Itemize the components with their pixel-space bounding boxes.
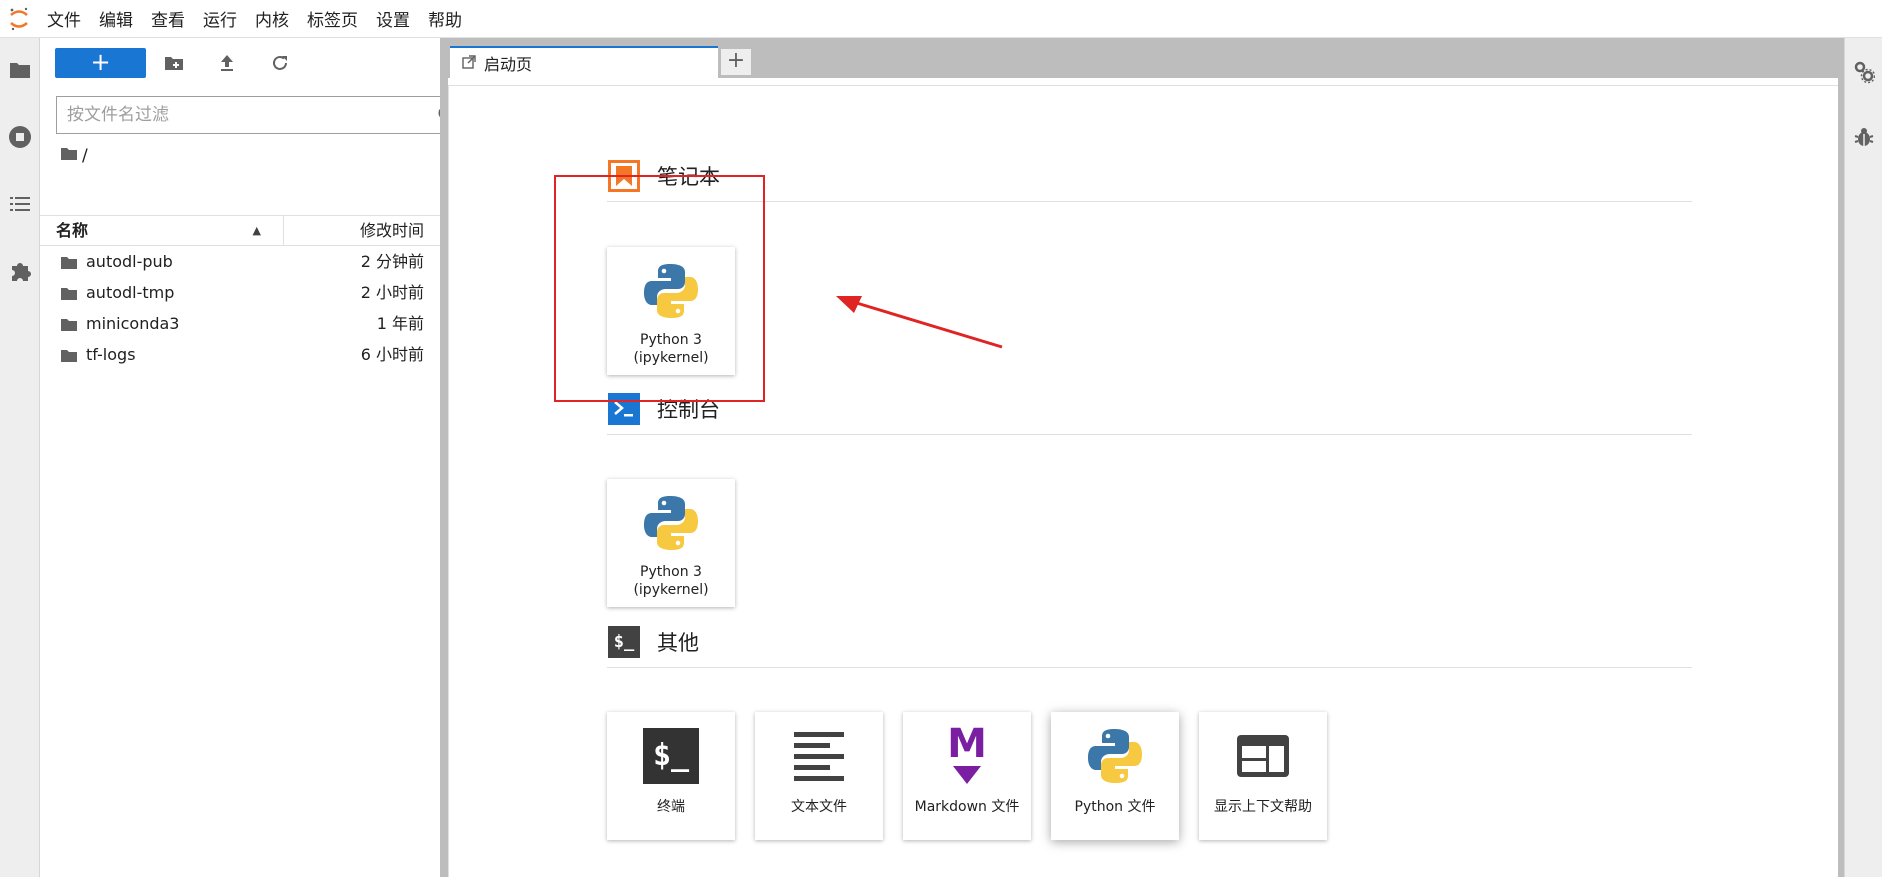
- text-file-icon: [755, 720, 883, 792]
- section-notebook: 笔记本: [607, 150, 1692, 202]
- tab-bar: 启动页 +: [448, 38, 1844, 78]
- running-icon[interactable]: [0, 117, 40, 157]
- context-help-icon: [1199, 720, 1327, 792]
- file-name: autodl-pub: [86, 252, 173, 271]
- add-tab-button[interactable]: +: [720, 48, 752, 76]
- card-label: Python 文件: [1074, 799, 1156, 815]
- text-file-card[interactable]: 文本文件: [755, 712, 883, 840]
- folder-icon: [60, 317, 78, 336]
- section-other: $_ 其他: [607, 616, 1692, 668]
- menu-tabs[interactable]: 标签页: [298, 0, 367, 38]
- tab-label: 启动页: [484, 55, 533, 74]
- column-name[interactable]: 名称 ▲: [56, 216, 284, 245]
- debugger-bug-icon[interactable]: [1845, 117, 1882, 157]
- breadcrumb: /: [60, 144, 88, 168]
- other-section-icon: $_: [607, 625, 641, 659]
- column-name-label: 名称: [56, 221, 89, 240]
- tab-launcher[interactable]: 启动页: [450, 46, 718, 78]
- console-icon: [607, 392, 641, 426]
- python-icon: [1051, 720, 1179, 792]
- terminal-glyph: $_: [643, 728, 699, 784]
- other-icon-glyph: $_: [608, 625, 640, 658]
- menu-view[interactable]: 查看: [142, 0, 194, 38]
- main-area: 启动页 + 笔记本 Python 3 (ipykernel) 控制台 Pytho…: [448, 38, 1844, 877]
- card-label-line1: Python 3: [640, 332, 702, 348]
- folder-icon: [60, 255, 78, 274]
- menu-kernel[interactable]: 内核: [246, 0, 298, 38]
- file-modified: 1 年前: [376, 314, 424, 333]
- file-name: miniconda3: [86, 314, 180, 333]
- file-modified: 6 小时前: [360, 345, 424, 364]
- menu-bar: 文件 编辑 查看 运行 内核 标签页 设置 帮助: [0, 0, 1882, 38]
- menu-settings[interactable]: 设置: [367, 0, 419, 38]
- card-label: 终端: [657, 799, 685, 815]
- notebook-icon: [607, 159, 641, 193]
- menu-edit[interactable]: 编辑: [90, 0, 142, 38]
- markdown-icon: M: [903, 720, 1031, 792]
- terminal-icon: $_: [607, 720, 735, 792]
- console-python3-card[interactable]: Python 3 (ipykernel): [607, 479, 735, 607]
- launcher-tab-icon: [462, 54, 476, 73]
- section-console: 控制台: [607, 383, 1692, 435]
- file-name: autodl-tmp: [86, 283, 175, 302]
- markdown-card[interactable]: M Markdown 文件: [903, 712, 1031, 840]
- file-row[interactable]: tf-logs 6 小时前: [40, 339, 440, 370]
- toc-icon[interactable]: [0, 184, 40, 224]
- menu-run[interactable]: 运行: [194, 0, 246, 38]
- file-modified: 2 小时前: [360, 283, 424, 302]
- sort-asc-icon: ▲: [252, 224, 261, 237]
- new-launcher-button[interactable]: +: [55, 48, 146, 78]
- card-label: Python 3 (ipykernel): [609, 563, 733, 599]
- upload-icon[interactable]: [213, 50, 241, 76]
- card-label: Markdown 文件: [914, 799, 1020, 815]
- card-label-line2: (ipykernel): [633, 582, 709, 598]
- python-icon: [607, 255, 735, 327]
- section-title: 笔记本: [657, 164, 720, 189]
- file-row[interactable]: autodl-tmp 2 小时前: [40, 277, 440, 308]
- file-name: tf-logs: [86, 345, 136, 364]
- new-folder-icon[interactable]: [160, 50, 188, 76]
- card-label: 文本文件: [791, 799, 847, 815]
- menu-file[interactable]: 文件: [38, 0, 90, 38]
- notebook-python3-card[interactable]: Python 3 (ipykernel): [607, 247, 735, 375]
- python-file-card[interactable]: Python 文件: [1051, 712, 1179, 840]
- python-icon: [607, 487, 735, 559]
- left-activity-bar: [0, 38, 40, 877]
- folder-icon: [60, 286, 78, 305]
- section-title: 其他: [657, 630, 699, 655]
- folder-icon[interactable]: [0, 50, 40, 90]
- section-title: 控制台: [657, 397, 720, 422]
- refresh-icon[interactable]: [266, 50, 294, 76]
- terminal-card[interactable]: $_ 终端: [607, 712, 735, 840]
- card-label-line1: Python 3: [640, 564, 702, 580]
- filter-input[interactable]: [57, 98, 430, 132]
- file-list: autodl-pub 2 分钟前 autodl-tmp 2 小时前 minico…: [40, 246, 440, 370]
- panel-splitter[interactable]: [440, 38, 448, 877]
- annotation-arrow-icon: [836, 296, 1003, 349]
- file-modified: 2 分钟前: [360, 252, 424, 271]
- file-row[interactable]: autodl-pub 2 分钟前: [40, 246, 440, 277]
- breadcrumb-folder-icon[interactable]: [60, 146, 78, 166]
- launcher: 笔记本 Python 3 (ipykernel) 控制台 Python 3 (i…: [448, 86, 1838, 877]
- file-list-header: 名称 ▲ 修改时间: [40, 215, 440, 246]
- card-label-line2: (ipykernel): [633, 350, 709, 366]
- extension-icon[interactable]: [0, 251, 40, 291]
- right-activity-bar: [1844, 38, 1882, 877]
- column-modified[interactable]: 修改时间: [360, 216, 424, 245]
- card-label: Python 3 (ipykernel): [609, 331, 733, 367]
- tab-underline: [448, 78, 1838, 86]
- context-help-card[interactable]: 显示上下文帮助: [1199, 712, 1327, 840]
- card-label: 显示上下文帮助: [1214, 799, 1312, 815]
- file-browser-toolbar: +: [40, 46, 440, 80]
- file-row[interactable]: miniconda3 1 年前: [40, 308, 440, 339]
- menu-help[interactable]: 帮助: [419, 0, 471, 38]
- property-inspector-gear-icon[interactable]: [1845, 52, 1882, 92]
- markdown-glyph: M: [947, 721, 987, 767]
- folder-icon: [60, 348, 78, 367]
- breadcrumb-root[interactable]: /: [82, 146, 88, 166]
- file-filter: [56, 96, 465, 134]
- file-browser: + / 名称 ▲ 修改时间 autodl-pub 2 分: [40, 38, 465, 877]
- jupyter-logo-icon[interactable]: [0, 0, 38, 38]
